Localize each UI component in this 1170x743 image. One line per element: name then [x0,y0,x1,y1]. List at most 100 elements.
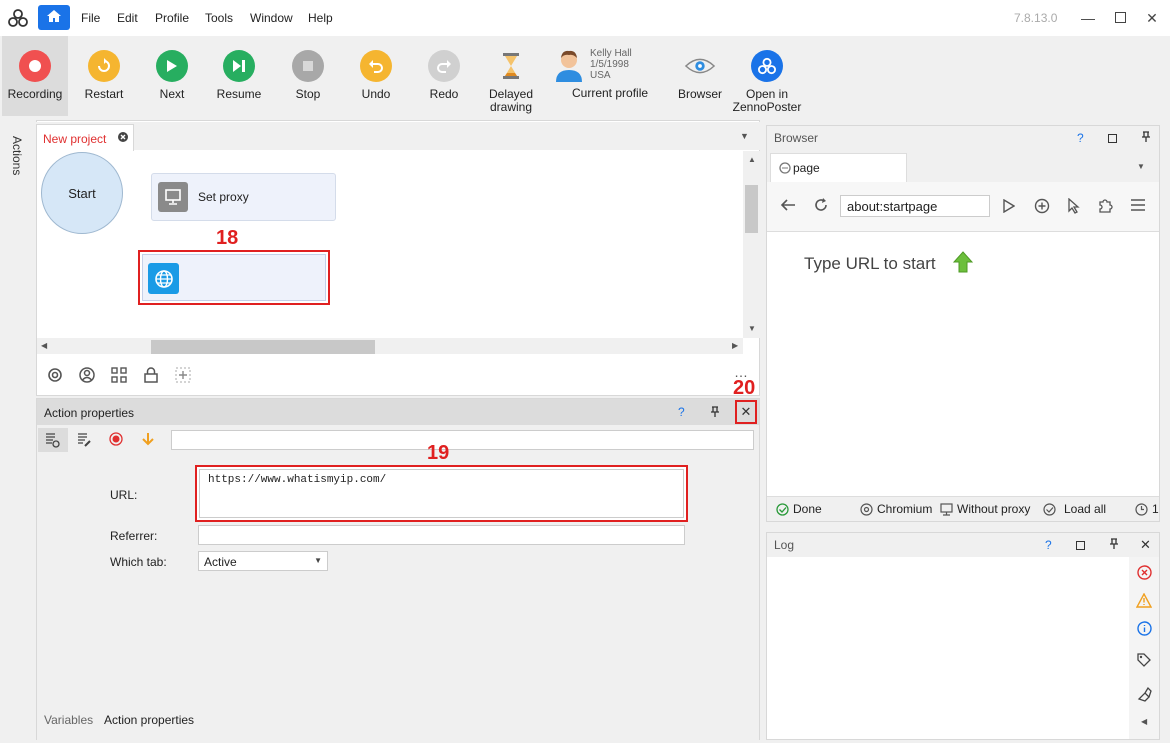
address-bar[interactable]: about:startpage [840,195,990,217]
minimize-button[interactable]: — [1076,6,1100,30]
start-node[interactable]: Start [41,152,123,234]
menu-tools[interactable]: Tools [205,11,233,25]
status-engine[interactable]: Chromium [860,502,932,516]
scroll-down-icon[interactable]: ▼ [748,324,756,333]
browser-pin-icon[interactable] [1141,131,1151,146]
referrer-field[interactable] [198,525,685,545]
menu-window[interactable]: Window [250,11,293,25]
cursor-icon[interactable] [1067,197,1081,217]
actions-tab[interactable]: Actions [10,136,24,175]
info-filter-icon[interactable] [1136,620,1152,636]
extension-icon[interactable] [1097,197,1113,216]
close-properties-button[interactable]: ✕ [735,400,757,424]
go-icon[interactable] [1003,198,1016,216]
tab-list-chevron-icon[interactable]: ▼ [740,131,749,141]
log-title: Log [774,538,795,552]
reload-icon[interactable] [813,197,829,216]
hamburger-menu-icon[interactable] [1131,199,1145,214]
settings-icon[interactable] [46,366,64,384]
browser-help-button[interactable]: ? [1077,131,1084,145]
open-in-label: Open in ZennoPoster [732,87,802,114]
close-tab-icon[interactable] [117,131,129,146]
grid-icon[interactable] [110,366,128,384]
project-canvas[interactable] [37,151,743,338]
recording-button[interactable]: Recording [2,36,68,116]
maximize-icon [1114,10,1126,26]
stop-button[interactable]: Stop [286,36,330,116]
help-button[interactable]: ? [678,405,685,419]
which-tab-label: Which tab: [110,555,167,569]
properties-mode-button[interactable] [38,428,68,452]
tab-action-properties[interactable]: Action properties [104,713,194,727]
menu-profile[interactable]: Profile [155,11,189,25]
status-proxy[interactable]: Without proxy [940,502,1030,516]
url-field[interactable]: https://www.whatismyip.com/ [199,469,684,518]
add-group-icon[interactable] [174,366,192,384]
tag-filter-icon[interactable] [1136,652,1152,668]
restart-button[interactable]: Restart [80,36,128,116]
canvas-horizontal-scroll-thumb[interactable] [151,340,375,354]
close-window-button[interactable]: ✕ [1140,6,1164,30]
menu-help[interactable]: Help [308,11,333,25]
properties-filter-input[interactable] [171,430,754,450]
log-collapse-icon[interactable]: ◀ [1141,717,1147,726]
tab-new-project[interactable]: New project [36,124,134,152]
browser-panel-header [767,126,1159,150]
resume-button[interactable]: Resume [214,36,264,116]
browser-button[interactable]: Browser [678,36,722,116]
which-tab-select[interactable]: Active ▼ [198,551,328,571]
browser-tabs-chevron-icon[interactable]: ▼ [1137,162,1145,171]
lock-icon[interactable] [142,366,160,384]
canvas-vertical-scrollbar[interactable] [743,151,760,338]
recording-label: Recording [7,87,63,101]
profile-avatar[interactable] [554,46,586,82]
record-point-icon[interactable] [109,432,123,449]
browser-maximize-icon[interactable] [1108,132,1117,146]
status-proxy-label: Without proxy [957,502,1031,516]
redo-button[interactable]: Redo [422,36,466,116]
chevron-down-icon: ▼ [314,556,322,565]
current-profile-label[interactable]: Current profile [572,86,648,100]
user-circle-icon[interactable] [78,366,96,384]
back-arrow-icon[interactable] [780,198,796,215]
hourglass-icon [495,50,527,82]
scroll-up-icon[interactable]: ▲ [748,155,756,164]
globe-icon [148,263,179,294]
log-pin-icon[interactable] [1109,538,1119,553]
clear-log-icon[interactable] [1136,686,1152,702]
annotation-18: 18 [216,227,239,249]
list-settings-icon [44,432,60,451]
status-timer-label: 1 [1152,502,1159,516]
arrow-down-icon[interactable] [141,432,155,449]
maximize-button[interactable] [1108,6,1132,30]
log-help-button[interactable]: ? [1045,538,1052,552]
tab-variables[interactable]: Variables [44,713,93,727]
delayed-drawing-button[interactable]: Delayed drawing [486,36,536,116]
status-engine-label: Chromium [877,502,933,516]
error-filter-icon[interactable] [1136,564,1152,580]
stop-label: Stop [295,87,321,101]
scroll-left-icon[interactable]: ◀ [41,341,47,350]
log-close-icon[interactable]: ✕ [1140,537,1151,553]
open-in-zennoposter-button[interactable]: Open in ZennoPoster [732,36,802,116]
warning-filter-icon[interactable] [1136,592,1152,608]
canvas-vertical-scroll-thumb[interactable] [745,185,758,233]
menu-file[interactable]: File [81,11,100,25]
next-button[interactable]: Next [150,36,194,116]
url-label: URL: [110,488,138,502]
set-proxy-node[interactable]: Set proxy [151,173,336,221]
pin-icon[interactable] [710,406,720,421]
list-edit-icon[interactable] [76,432,92,451]
undo-button[interactable]: Undo [354,36,398,116]
status-load[interactable]: Load all [1043,502,1106,516]
browser-tab-page[interactable]: page [770,153,907,183]
set-proxy-label: Set proxy [198,190,249,204]
add-circle-icon[interactable] [1034,198,1050,217]
home-button[interactable] [38,5,70,30]
restart-icon [88,50,120,82]
menu-edit[interactable]: Edit [117,11,138,25]
log-maximize-icon[interactable] [1076,539,1085,553]
scroll-right-icon[interactable]: ▶ [732,341,738,350]
navigate-node[interactable] [142,254,326,301]
canvas-horizontal-scrollbar[interactable] [37,338,743,354]
